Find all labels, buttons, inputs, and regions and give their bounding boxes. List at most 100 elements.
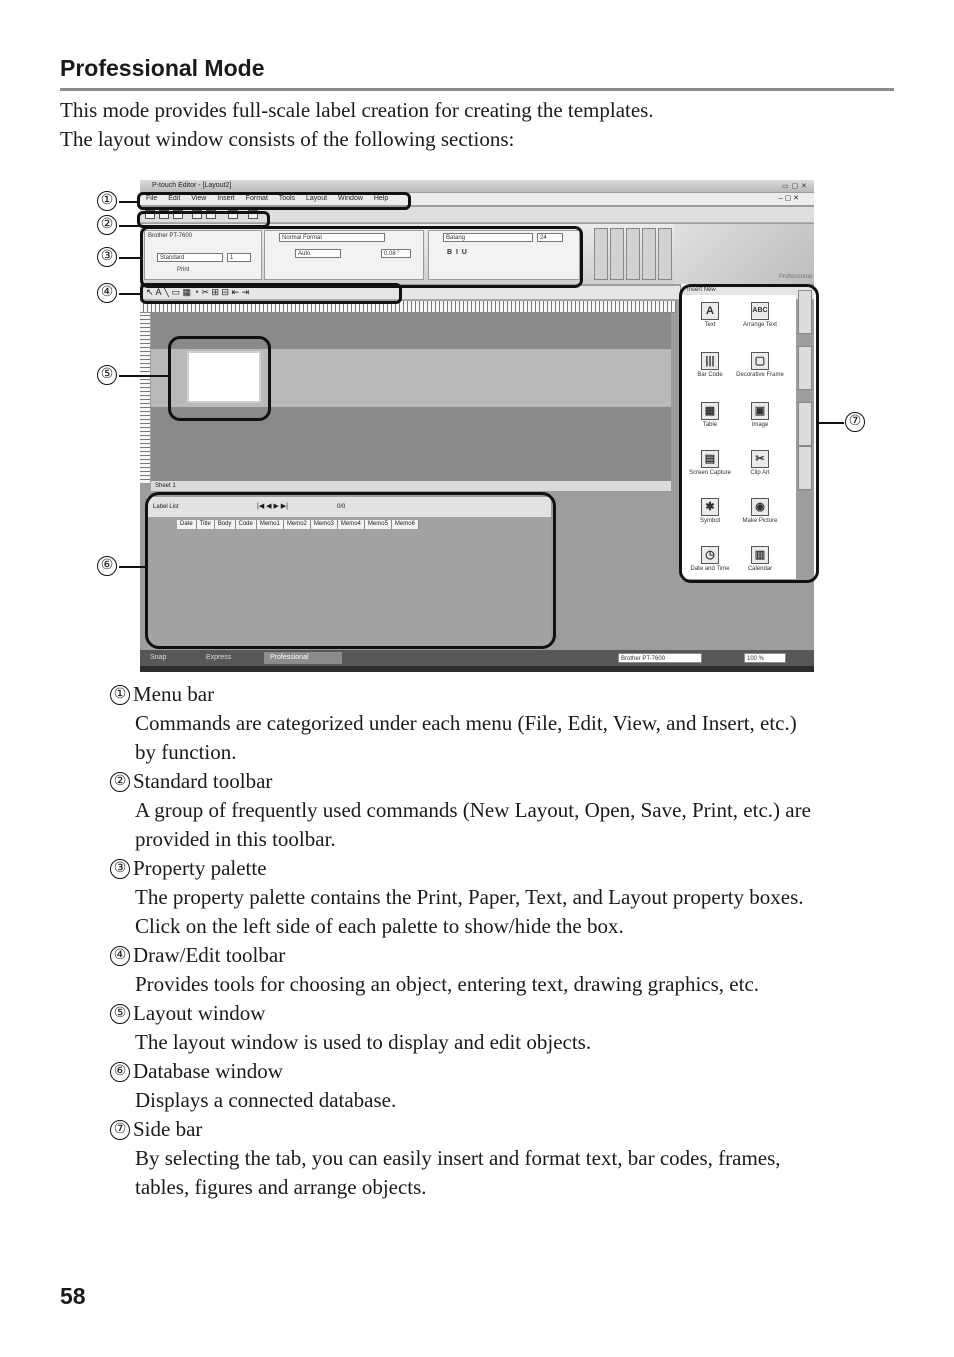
bar-code-icon: |||: [701, 352, 719, 370]
make-picture-icon: ◉: [751, 498, 769, 516]
status-bar: Snap Express Professional Brother PT-760…: [140, 650, 814, 666]
record-nav-icon: |◀ ◀ ▶ ▶|: [257, 503, 289, 510]
title-bar: P-touch Editor - [Layout2] ▭▢✕: [140, 180, 814, 192]
section-draw-edit-toolbar: ④ Draw/Edit toolbar Provides tools for ch…: [110, 941, 900, 999]
side-item-image: ▣ Image: [735, 402, 785, 429]
menu-layout: Layout: [306, 195, 328, 202]
express-mode-tab: Express: [206, 654, 232, 661]
size-field: 24: [537, 233, 563, 242]
label-object: [187, 351, 261, 403]
side-bar-header: Insert New: [681, 286, 797, 295]
callout-7: ⑦: [845, 412, 865, 432]
cut-icon: [228, 210, 238, 219]
image-icon: ▣: [751, 402, 769, 420]
transfer-icon: [248, 210, 258, 219]
open-icon: [159, 210, 169, 219]
intro-text: This mode provides full-scale label crea…: [60, 98, 654, 151]
save-icon: [173, 210, 183, 219]
copies-field: 1: [227, 253, 251, 262]
section-property-palette: ③ Property palette The property palette c…: [110, 854, 900, 941]
section-standard-toolbar: ② Standard toolbar A group of frequently …: [110, 767, 900, 854]
callout-5: ⑤: [97, 365, 117, 385]
database-window: Label List 0/0 |◀ ◀ ▶ ▶| Date Title Body Co…: [147, 497, 551, 649]
horizontal-ruler: [140, 301, 676, 313]
zoom-select: 100 %: [744, 653, 786, 663]
professional-mode-tab: Professional: [264, 652, 342, 664]
margin-field: 0.08 ": [381, 249, 411, 258]
menu-insert: Insert: [217, 195, 235, 202]
side-item-make-picture: ◉ Make Picture: [735, 498, 785, 525]
menu-bar: File Edit View Insert Format Tools Layou…: [140, 193, 814, 205]
mdi-controls-icon: –▢✕: [778, 195, 801, 202]
side-item-clip-art: ✂ Clip Art: [735, 450, 785, 477]
page-number: 58: [60, 1283, 86, 1309]
menu-edit: Edit: [168, 195, 181, 202]
menu-tools: Tools: [278, 195, 296, 202]
side-bar-tabs: [798, 290, 814, 490]
taskbar: [140, 666, 814, 672]
brand-area: Professional: [674, 224, 814, 284]
side-item-decorative-frame: ▢ Decorative Frame: [735, 352, 785, 379]
section-menu-bar: ① Menu bar Commands are categorized under…: [110, 680, 900, 767]
snap-mode: Snap: [150, 654, 167, 661]
arrange-text-icon: ABC: [751, 302, 769, 320]
standard-toolbar: [140, 207, 814, 223]
layout-window: [151, 313, 671, 481]
record-count: 0/0: [337, 504, 346, 510]
callout-3: ③: [97, 247, 117, 267]
screen-capture-icon: ▤: [701, 450, 719, 468]
layout-property-tabs: [594, 228, 674, 282]
side-bar: Insert New A Text ABC Arrange Text ||| Bar …: [680, 284, 797, 579]
format-field: Normal Format: [279, 233, 385, 242]
preview-icon: [206, 210, 216, 219]
callout-6: ⑥: [97, 556, 117, 576]
paper-properties: Normal Format Auto 0.08 ": [264, 230, 424, 280]
table-icon: ▦: [701, 402, 719, 420]
text-icon: A: [701, 302, 719, 320]
database-columns: Date Title Body Code Memo1 Memo2 Memo3 Memo4 Mem…: [177, 520, 419, 529]
side-item-screen-capture: ▤ Screen Capture: [685, 450, 735, 477]
section-descriptions: ① Menu bar Commands are categorized under…: [110, 680, 900, 1202]
side-item-text: A Text: [685, 302, 735, 329]
length-field: Auto: [295, 249, 341, 258]
editor-screenshot: P-touch Editor - [Layout2] ▭▢✕ File Edit…: [140, 180, 814, 672]
frame-icon: ▢: [751, 352, 769, 370]
print-icon: [192, 210, 202, 219]
vertical-ruler: [140, 313, 150, 483]
side-item-date-time: ◷ Date and Time: [685, 546, 735, 573]
text-properties: Batang 24 B I U: [428, 230, 580, 280]
menu-help: Help: [373, 195, 389, 202]
select-arrow-icon: ↖ A ╲ ▭ ▦ ◔ ✂ ⊞ ⊟ ⇤ ⇥: [146, 287, 250, 297]
symbol-icon: ✱: [701, 498, 719, 516]
menu-view: View: [191, 195, 207, 202]
font-field: Batang: [443, 233, 533, 242]
callout-4: ④: [97, 283, 117, 303]
bold-italic-underline-icon: B I U: [447, 249, 467, 256]
print-properties: Brother PT-7600 Standard 1 Print: [144, 230, 262, 280]
section-database-window: ⑥ Database window Displays a connected da…: [110, 1057, 900, 1115]
callout-2: ②: [97, 215, 117, 235]
paper-field: Standard: [157, 253, 223, 262]
section-layout-window: ⑤ Layout window The layout window is used…: [110, 999, 900, 1057]
side-item-bar-code: ||| Bar Code: [685, 352, 735, 379]
clip-art-icon: ✂: [751, 450, 769, 468]
callout-1: ①: [97, 191, 117, 211]
new-layout-icon: [145, 210, 155, 219]
printer-select: Brother PT-7600: [618, 653, 702, 663]
side-item-table: ▦ Table: [685, 402, 735, 429]
menu-file: File: [146, 195, 158, 202]
database-toolbar: Label List 0/0 |◀ ◀ ▶ ▶|: [147, 497, 551, 517]
property-palette: Brother PT-7600 Standard 1 Print Normal …: [140, 224, 814, 284]
clock-icon: ◷: [701, 546, 719, 564]
section-side-bar: ⑦ Side bar By selecting the tab, you can …: [110, 1115, 900, 1202]
sheet-tab: Sheet 1: [151, 481, 671, 491]
print-button: Print: [177, 267, 190, 273]
page-heading: Professional Mode: [60, 54, 894, 91]
side-item-arrange-text: ABC Arrange Text: [735, 302, 785, 329]
calendar-icon: ▥: [751, 546, 769, 564]
menu-format: Format: [245, 195, 268, 202]
side-item-calendar: ▥ Calendar: [735, 546, 785, 573]
menu-window: Window: [338, 195, 363, 202]
side-item-symbol: ✱ Symbol: [685, 498, 735, 525]
window-controls-icon: ▭▢✕: [781, 183, 810, 190]
